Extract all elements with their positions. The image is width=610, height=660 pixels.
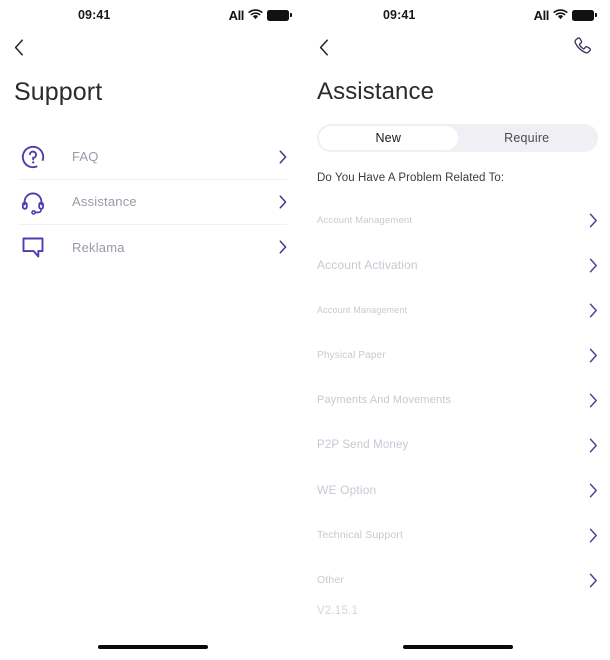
topic-label: Technical Support bbox=[317, 529, 404, 542]
page-title: Assistance bbox=[317, 78, 435, 105]
sidebar-item-faq[interactable]: FAQ bbox=[18, 135, 287, 180]
page-title: Support bbox=[14, 78, 103, 106]
chevron-right-icon bbox=[584, 438, 598, 453]
topic-label: Physical Paper bbox=[317, 349, 386, 361]
nav-bar bbox=[0, 30, 305, 64]
dual-screen-container: 09:41 All Support FAQ Assistance Reklama… bbox=[0, 0, 610, 660]
headset-icon bbox=[18, 187, 48, 217]
sidebar-item-label: FAQ bbox=[72, 149, 99, 165]
chevron-right-icon bbox=[584, 483, 598, 498]
status-indicators: All bbox=[533, 0, 597, 30]
back-button[interactable] bbox=[319, 35, 339, 59]
problem-prompt: Do You Have A Problem Related To: bbox=[317, 171, 505, 184]
list-item[interactable]: Other bbox=[317, 558, 598, 603]
battery-icon bbox=[267, 9, 292, 21]
chevron-right-icon bbox=[584, 348, 598, 363]
status-indicators: All bbox=[228, 0, 292, 30]
chevron-right-icon bbox=[273, 240, 287, 254]
list-item[interactable]: Account Management bbox=[317, 198, 598, 243]
signal-label: All bbox=[533, 7, 550, 23]
call-support-button[interactable] bbox=[568, 32, 596, 60]
chevron-left-icon bbox=[14, 38, 23, 56]
chevron-right-icon bbox=[584, 303, 598, 318]
chevron-right-icon bbox=[584, 393, 598, 408]
list-item[interactable]: Technical Support bbox=[317, 513, 598, 558]
home-indicator bbox=[97, 645, 208, 649]
chevron-right-icon bbox=[273, 195, 287, 209]
chevron-right-icon bbox=[273, 150, 287, 164]
back-button[interactable] bbox=[14, 35, 34, 59]
topic-list: Account Management Account Activation Ac… bbox=[305, 198, 610, 603]
list-item[interactable]: WE Option bbox=[317, 468, 598, 513]
topic-label: Account Management bbox=[317, 214, 413, 226]
status-time: 09:41 bbox=[78, 8, 111, 22]
sidebar-item-assistance[interactable]: Assistance bbox=[18, 180, 287, 225]
question-circle-icon bbox=[18, 142, 48, 172]
list-item[interactable]: Account Activation bbox=[317, 243, 598, 288]
signal-label: All bbox=[228, 7, 245, 23]
status-time: 09:41 bbox=[383, 8, 416, 22]
list-item[interactable]: Physical Paper bbox=[317, 333, 598, 378]
home-indicator bbox=[402, 645, 513, 649]
tab-new[interactable]: New bbox=[319, 125, 458, 150]
topic-label: WE Option bbox=[317, 483, 377, 498]
sidebar-item-reklama[interactable]: Reklama bbox=[18, 225, 287, 270]
sidebar-item-label: Assistance bbox=[72, 194, 137, 210]
tab-bar: New Require bbox=[317, 123, 598, 152]
chevron-right-icon bbox=[584, 213, 598, 228]
nav-bar bbox=[305, 30, 610, 64]
wifi-icon bbox=[553, 9, 568, 20]
list-item[interactable]: P2P Send Money bbox=[317, 423, 598, 468]
support-screen: 09:41 All Support FAQ Assistance Reklama bbox=[0, 0, 305, 660]
chevron-right-icon bbox=[584, 528, 598, 543]
battery-icon bbox=[572, 9, 597, 21]
status-bar: 09:41 All bbox=[305, 0, 610, 30]
chevron-right-icon bbox=[584, 573, 598, 588]
wifi-icon bbox=[248, 9, 263, 20]
app-version: V2.15.1 bbox=[317, 604, 359, 617]
sidebar-item-label: Reklama bbox=[72, 239, 125, 255]
list-item[interactable]: Account Management bbox=[317, 288, 598, 333]
chevron-left-icon bbox=[319, 38, 328, 56]
topic-label: P2P Send Money bbox=[317, 439, 409, 452]
topic-label: Other bbox=[317, 574, 345, 587]
phone-icon bbox=[574, 37, 591, 54]
topic-label: Account Activation bbox=[317, 258, 418, 273]
assistance-screen: 09:41 All Assistance New Require Do You … bbox=[305, 0, 610, 660]
tab-require[interactable]: Require bbox=[458, 126, 597, 150]
speech-bubble-icon bbox=[18, 232, 48, 262]
topic-label: Payments And Movements bbox=[317, 394, 452, 407]
topic-label: Account Management bbox=[317, 305, 408, 316]
list-item[interactable]: Payments And Movements bbox=[317, 378, 598, 423]
status-bar: 09:41 All bbox=[0, 0, 305, 30]
chevron-right-icon bbox=[584, 258, 598, 273]
support-menu-list: FAQ Assistance Reklama bbox=[0, 135, 305, 270]
